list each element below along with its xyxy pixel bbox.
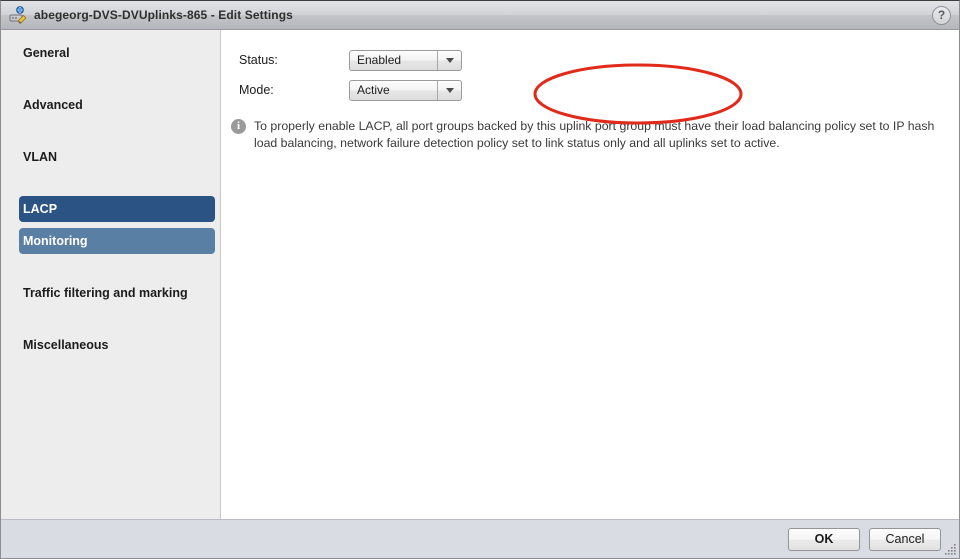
sidebar-item-label: Monitoring [23,234,88,248]
window-title: abegeorg-DVS-DVUplinks-865 - Edit Settin… [34,8,293,22]
sidebar-item-miscellaneous[interactable]: Miscellaneous [19,332,215,358]
sidebar-item-label: Miscellaneous [23,338,109,352]
title-bar: abegeorg-DVS-DVUplinks-865 - Edit Settin… [1,1,959,30]
nav-gap [1,66,220,92]
nav-gap [1,254,220,280]
lacp-settings-panel: Status: Enabled Mode: Active i To proper… [221,30,959,519]
mode-dropdown-value: Active [357,83,390,97]
sidebar-item-monitoring[interactable]: Monitoring [19,228,215,254]
status-dropdown-value: Enabled [357,53,402,67]
sidebar-item-traffic-filtering-and-marking[interactable]: Traffic filtering and marking [19,280,215,306]
ok-button[interactable]: OK [788,527,860,551]
mode-dropdown[interactable]: Active [349,79,462,101]
sidebar-item-label: General [23,46,70,60]
dvs-edit-icon [9,6,27,24]
status-dropdown[interactable]: Enabled [349,49,462,71]
sidebar-item-advanced[interactable]: Advanced [19,92,215,118]
mode-label: Mode: [239,83,274,97]
mode-row: Mode: Active [221,76,959,104]
status-label: Status: [239,53,278,67]
chevron-down-icon[interactable] [437,50,461,70]
resize-grip[interactable] [944,543,957,556]
sidebar-item-vlan[interactable]: VLAN [19,144,215,170]
help-icon[interactable]: ? [932,6,951,25]
settings-sidebar: General Advanced VLAN LACP Monitoring Tr… [1,30,221,519]
edit-settings-dialog: abegeorg-DVS-DVUplinks-865 - Edit Settin… [0,0,960,559]
nav-gap [1,118,220,144]
chevron-down-icon[interactable] [437,80,461,100]
sidebar-item-lacp[interactable]: LACP [19,196,215,222]
sidebar-item-label: Traffic filtering and marking [23,286,188,300]
info-icon: i [231,119,246,134]
lacp-info-note: i To properly enable LACP, all port grou… [221,118,959,152]
sidebar-item-label: VLAN [23,150,58,164]
cancel-button[interactable]: Cancel [869,527,941,551]
nav-gap [1,170,220,196]
sidebar-item-label: Advanced [23,98,83,112]
sidebar-item-general[interactable]: General [19,40,215,66]
nav-gap [1,306,220,332]
sidebar-item-label: LACP [23,202,58,216]
info-note-text: To properly enable LACP, all port groups… [254,119,935,150]
dialog-body: General Advanced VLAN LACP Monitoring Tr… [1,30,959,519]
status-row: Status: Enabled [221,46,959,74]
dialog-footer: OK Cancel [1,519,959,558]
